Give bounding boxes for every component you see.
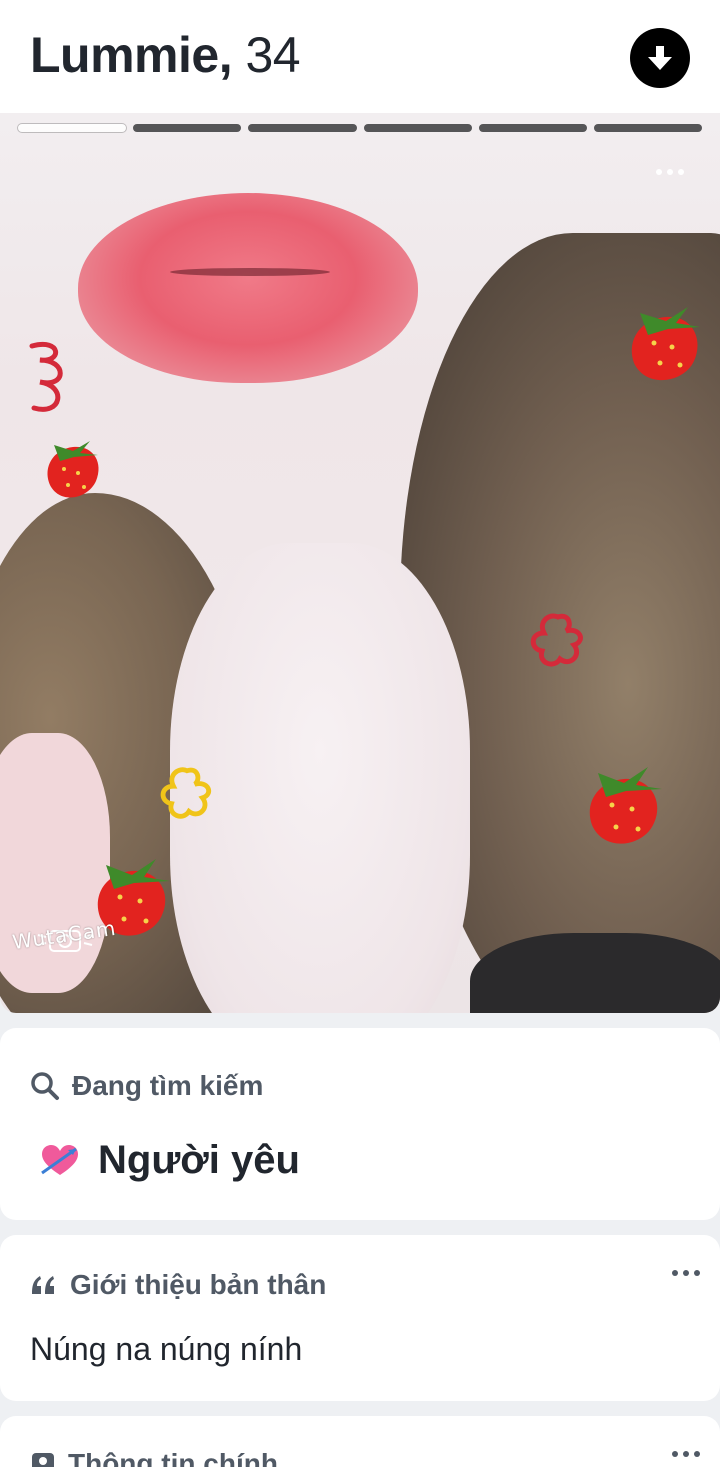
dot-icon (672, 1270, 678, 1276)
profile-name-age: Lummie, 34 (30, 26, 301, 84)
photo-progress-segment[interactable] (363, 124, 472, 132)
photo-lip-line (170, 268, 330, 276)
photo-progress-segment[interactable] (248, 124, 357, 132)
about-more-button[interactable] (672, 1268, 700, 1278)
about-me-card: Giới thiệu bản thân Núng na núng nính (0, 1235, 720, 1401)
dot-icon (683, 1451, 689, 1457)
dot-icon (683, 1270, 689, 1276)
basic-info-more-button[interactable] (672, 1449, 700, 1459)
photo-progress-segment[interactable] (133, 124, 242, 132)
about-title: Giới thiệu bản thân (70, 1269, 327, 1300)
photo-progress-bar (18, 124, 703, 132)
dot-icon (694, 1270, 700, 1276)
photo-lips (78, 193, 418, 383)
flower-sticker (160, 767, 212, 819)
dot-icon (656, 169, 662, 175)
basic-info-title: Thông tin chính (68, 1448, 278, 1467)
photo-progress-segment[interactable] (18, 124, 127, 132)
strawberry-sticker (589, 767, 662, 844)
swirl-sticker (29, 341, 63, 412)
search-icon (31, 1072, 59, 1100)
quote-icon (32, 1276, 54, 1294)
looking-for-heading: Đang tìm kiếm (30, 1070, 263, 1102)
id-card-icon (32, 1453, 54, 1467)
about-heading: Giới thiệu bản thân (30, 1269, 326, 1301)
looking-for-value: Người yêu (98, 1138, 300, 1182)
heart-with-arrow-icon (41, 1144, 78, 1175)
photo-more-options-button[interactable] (652, 163, 688, 181)
photo-clothing (470, 933, 720, 1013)
dot-icon (672, 1451, 678, 1457)
flower-sticker (530, 613, 583, 667)
profile-photo[interactable]: WutaCam (0, 113, 720, 1013)
profile-age: 34 (245, 27, 301, 83)
looking-for-card: Đang tìm kiếm Người yêu (0, 1028, 720, 1220)
basic-info-card: Thông tin chính (0, 1416, 720, 1467)
photo-progress-segment[interactable] (478, 124, 587, 132)
strawberry-sticker (47, 441, 99, 498)
arrow-down-icon (648, 46, 672, 70)
photo-progress-segment[interactable] (593, 124, 703, 132)
dot-icon (667, 169, 673, 175)
looking-for-title: Đang tìm kiếm (72, 1070, 264, 1101)
dot-icon (678, 169, 684, 175)
strawberry-sticker (631, 307, 700, 381)
looking-for-value-row: Người yêu (40, 1138, 300, 1183)
collapse-profile-button[interactable] (630, 28, 690, 88)
profile-header: Lummie, 34 (0, 0, 720, 113)
basic-info-heading: Thông tin chính (30, 1448, 278, 1467)
profile-name: Lummie, (30, 27, 233, 83)
about-text: Núng na núng nính (30, 1331, 303, 1367)
dot-icon (694, 1451, 700, 1457)
